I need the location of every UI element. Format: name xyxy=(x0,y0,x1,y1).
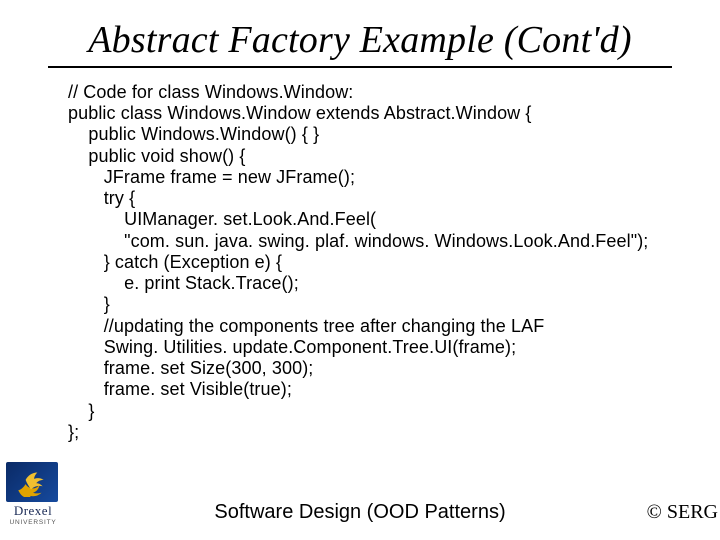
slide-title: Abstract Factory Example (Cont'd) xyxy=(0,0,720,66)
footer-center: Software Design (OOD Patterns) xyxy=(0,501,720,524)
slide: Abstract Factory Example (Cont'd) // Cod… xyxy=(0,0,720,540)
title-underline xyxy=(48,66,672,68)
code-block: // Code for class Windows.Window: public… xyxy=(0,78,720,443)
drexel-logo-box xyxy=(6,462,58,502)
footer-copyright: © SERG xyxy=(647,501,718,524)
dragon-icon xyxy=(15,467,49,497)
